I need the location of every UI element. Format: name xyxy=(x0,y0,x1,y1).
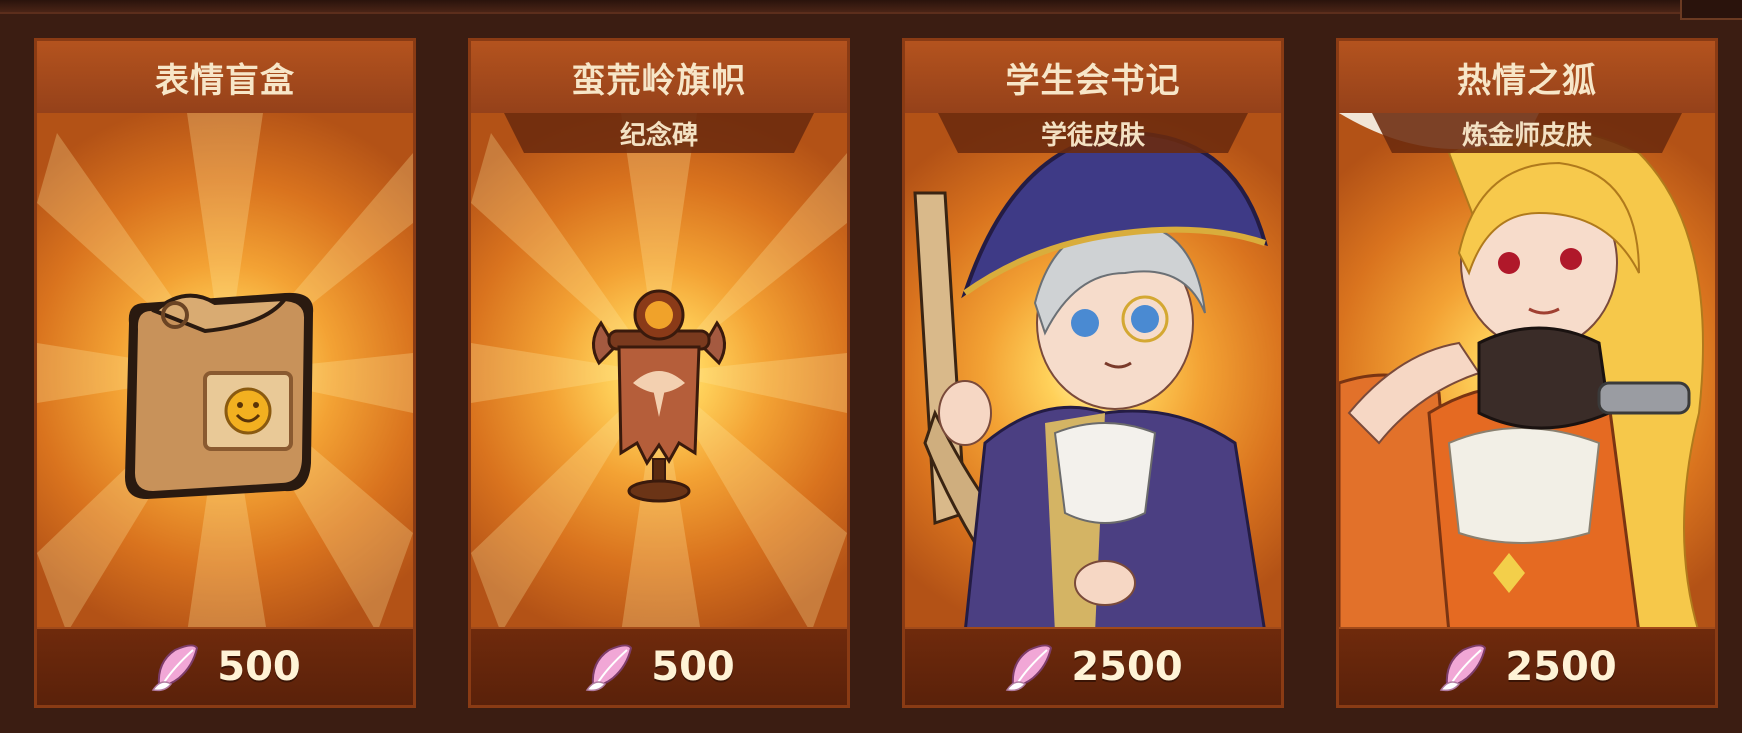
price-value: 2500 xyxy=(1071,644,1183,690)
shop-card-banner[interactable]: 蛮荒岭旗帜 纪念碑 500 xyxy=(468,38,850,708)
card-title: 蛮荒岭旗帜 xyxy=(571,60,747,101)
card-art: 纪念碑 xyxy=(471,113,847,633)
card-art xyxy=(37,113,413,633)
shop-card-passionate-fox[interactable]: 热情之狐 炼金师皮肤 2500 xyxy=(1336,38,1718,708)
subtitle-text: 纪念碑 xyxy=(619,120,698,151)
subtitle-text: 学徒皮肤 xyxy=(1040,120,1145,151)
price-bar: 500 xyxy=(37,627,413,705)
card-art: 学徒皮肤 xyxy=(905,113,1281,633)
subtitle-text: 炼金师皮肤 xyxy=(1461,120,1592,151)
price-bar: 2500 xyxy=(1339,627,1715,705)
feather-icon xyxy=(583,640,637,694)
card-title-bar: 学生会书记 xyxy=(905,41,1281,115)
price-bar: 2500 xyxy=(905,627,1281,705)
feather-icon xyxy=(1003,640,1057,694)
card-title: 表情盲盒 xyxy=(155,60,295,101)
card-art: 炼金师皮肤 xyxy=(1339,113,1715,633)
card-title-bar: 热情之狐 xyxy=(1339,41,1715,115)
subtitle-banner: 纪念碑 xyxy=(504,113,814,153)
banner-monument-icon xyxy=(592,289,726,503)
price-bar: 500 xyxy=(471,627,847,705)
subtitle-banner: 学徒皮肤 xyxy=(938,113,1248,153)
shop-card-student-secretary[interactable]: 学生会书记 学徒皮肤 2500 xyxy=(902,38,1284,708)
passionate-fox-portrait xyxy=(1339,113,1704,633)
card-title-bar: 表情盲盒 xyxy=(37,41,413,115)
student-secretary-portrait xyxy=(913,130,1268,633)
shop-grid: 表情盲盒 500 蛮荒岭旗帜 纪念碑 500 学生会书记 学徒皮肤 2500 热… xyxy=(0,0,1742,733)
subtitle-banner: 炼金师皮肤 xyxy=(1372,113,1682,153)
card-title: 热情之狐 xyxy=(1457,60,1597,101)
emote-blind-box-icon xyxy=(125,292,314,499)
feather-icon xyxy=(1437,640,1491,694)
price-value: 500 xyxy=(217,644,301,690)
price-value: 500 xyxy=(651,644,735,690)
shop-card-emote-box[interactable]: 表情盲盒 500 xyxy=(34,38,416,708)
price-value: 2500 xyxy=(1505,644,1617,690)
card-title-bar: 蛮荒岭旗帜 xyxy=(471,41,847,115)
feather-icon xyxy=(149,640,203,694)
card-title: 学生会书记 xyxy=(1005,60,1181,101)
